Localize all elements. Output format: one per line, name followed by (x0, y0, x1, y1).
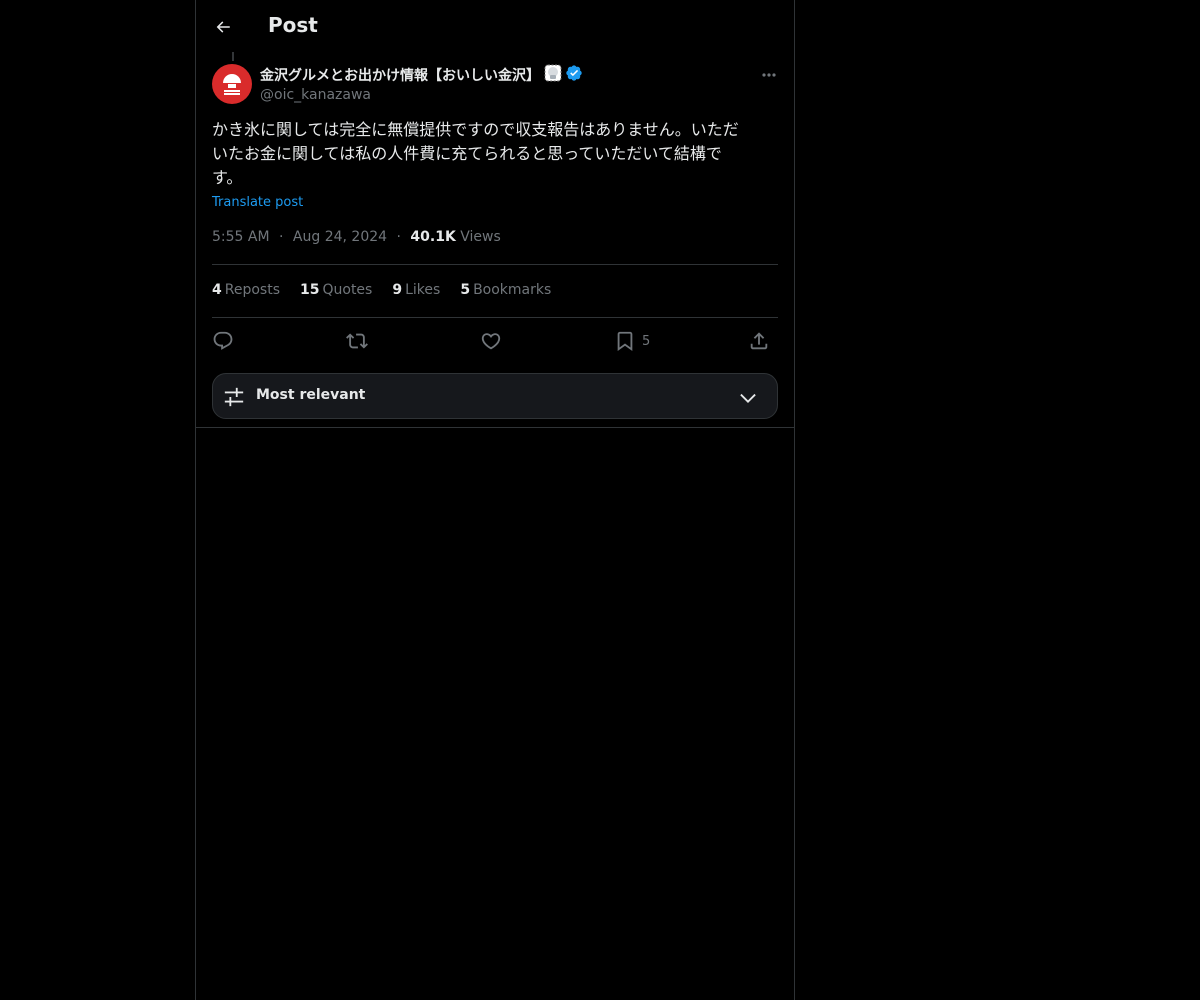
heart-icon (481, 333, 501, 350)
divider (212, 317, 778, 318)
divider (212, 264, 778, 265)
repost-button[interactable] (346, 328, 368, 354)
page-title: Post (268, 13, 318, 37)
post-detail-column: Post 金沢グルメとお出かけ情報【おいしい金沢】 @oic_kanazawa … (195, 0, 795, 1000)
stat-label: Reposts (224, 282, 280, 298)
more-options-button[interactable] (754, 66, 784, 84)
views-label: Views (460, 229, 501, 245)
stat-likes[interactable]: 9 Likes (392, 282, 440, 302)
post-stats: 4 Reposts 15 Quotes 9 Likes 5 Bookmarks (212, 282, 571, 302)
post-text: かき氷に関しては完全に無償提供ですので収支報告はありません。いただ いたお金に関… (212, 120, 739, 187)
reply-sort-dropdown[interactable]: Most relevant (212, 373, 778, 419)
chevron-down-icon (740, 393, 756, 403)
stat-bookmarks[interactable]: 5 Bookmarks (460, 282, 551, 302)
arrow-left-icon (216, 21, 230, 33)
stat-count: 4 (212, 282, 222, 298)
shaved-ice-emoji-icon (544, 64, 562, 86)
author-handle[interactable]: @oic_kanazawa (260, 87, 583, 103)
author-display-name[interactable]: 金沢グルメとお出かけ情報【おいしい金沢】 (260, 65, 540, 85)
display-name-row: 金沢グルメとお出かけ情報【おいしい金沢】 (260, 64, 583, 86)
post-date[interactable]: Aug 24, 2024 (293, 229, 387, 245)
more-dots-icon (762, 73, 776, 77)
stat-count: 5 (460, 282, 471, 298)
stat-quotes[interactable]: 15 Quotes (300, 282, 372, 302)
stat-label: Bookmarks (473, 282, 552, 298)
views-count: 40.1K (410, 229, 456, 245)
stat-reposts[interactable]: 4 Reposts (212, 282, 280, 302)
verified-badge-icon (565, 64, 583, 86)
avatar-logo-icon (223, 74, 241, 95)
reply-button[interactable] (212, 328, 234, 354)
reply-icon (213, 331, 233, 350)
thread-connector-line (232, 52, 234, 61)
stat-label: Quotes (322, 282, 373, 298)
post-metadata: 5:55 AM · Aug 24, 2024 · 40.1K Views (212, 229, 501, 245)
bookmark-button[interactable]: 5 (614, 328, 650, 354)
repost-icon (346, 333, 368, 349)
author-info: 金沢グルメとお出かけ情報【おいしい金沢】 @oic_kanazawa (260, 64, 583, 103)
section-divider (196, 427, 794, 428)
sliders-icon (224, 387, 244, 407)
meta-separator: · (279, 229, 284, 245)
page-header: Post (196, 0, 794, 54)
meta-separator: · (396, 229, 401, 245)
bookmark-count: 5 (642, 333, 651, 349)
bookmark-icon (617, 331, 633, 352)
like-button[interactable] (480, 328, 502, 354)
post-action-bar: 5 (212, 328, 778, 354)
sort-label: Most relevant (256, 387, 366, 403)
translate-post-link[interactable]: Translate post (212, 195, 303, 210)
avatar[interactable] (212, 64, 252, 104)
stat-count: 9 (392, 282, 403, 298)
stat-count: 15 (300, 282, 320, 298)
share-button[interactable] (748, 328, 770, 354)
share-icon (750, 332, 768, 350)
back-button[interactable] (208, 12, 238, 42)
post-time[interactable]: 5:55 AM (212, 229, 270, 245)
stat-label: Likes (405, 282, 441, 298)
